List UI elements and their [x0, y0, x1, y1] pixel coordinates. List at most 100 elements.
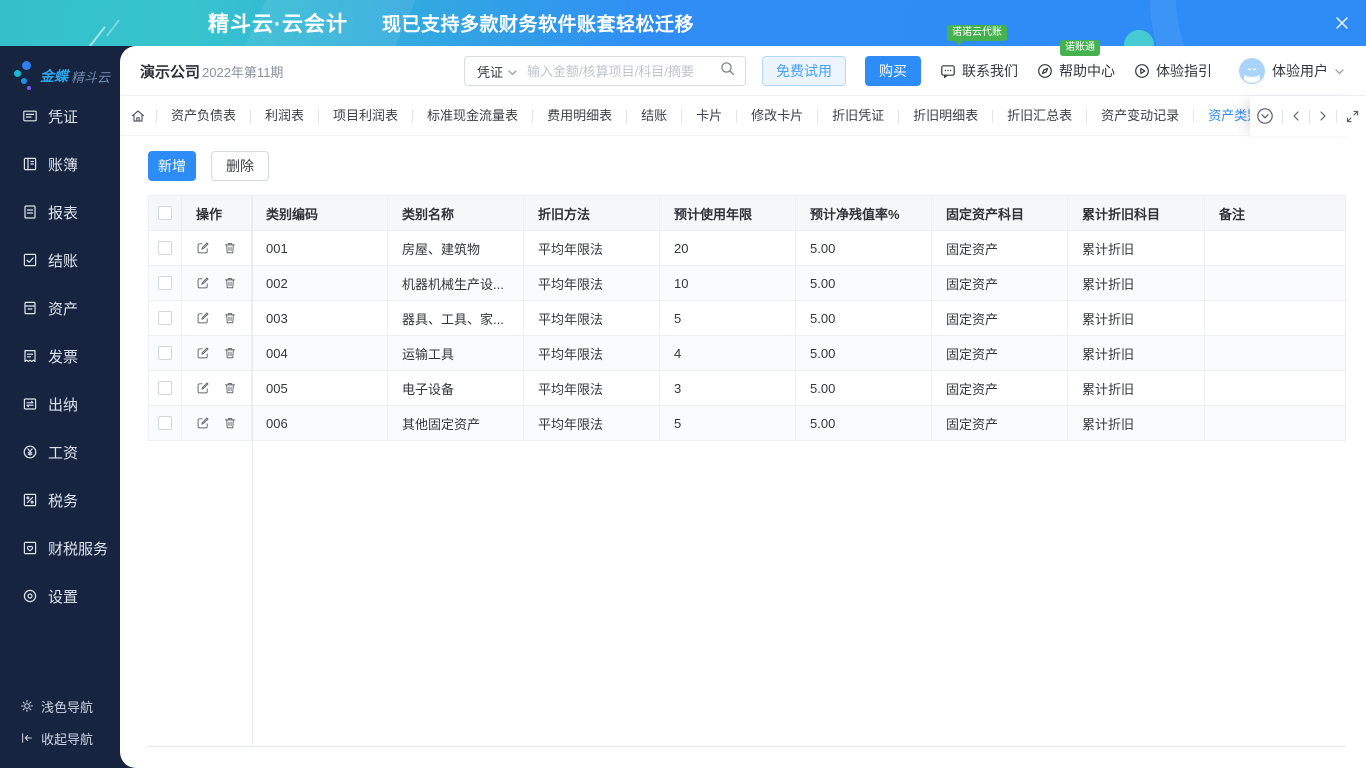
- sidebar-item-invoice[interactable]: 发票: [0, 332, 120, 380]
- row-checkbox[interactable]: [158, 381, 172, 395]
- cell-value: 10: [674, 275, 689, 291]
- edit-icon[interactable]: [196, 416, 210, 430]
- cell-value: 固定资产: [946, 311, 999, 327]
- tab-project-income-statement[interactable]: 项目利润表: [319, 96, 412, 136]
- search-category-select[interactable]: 凭证: [475, 62, 517, 81]
- trash-icon[interactable]: [223, 416, 237, 430]
- column-header-note: 备注: [1205, 196, 1346, 231]
- row-checkbox[interactable]: [158, 276, 172, 290]
- row-checkbox[interactable]: [158, 241, 172, 255]
- trash-icon[interactable]: [223, 276, 237, 290]
- trash-icon[interactable]: [223, 346, 237, 360]
- app-logo: 金蝶 精斗云: [12, 58, 116, 94]
- sidebar-item-report[interactable]: 报表: [0, 188, 120, 236]
- sidebar-item-label: 账簿: [48, 156, 79, 174]
- trash-icon[interactable]: [223, 311, 237, 325]
- controls-separator: [1282, 109, 1283, 123]
- tab-closing[interactable]: 结账: [627, 96, 681, 136]
- trash-icon[interactable]: [223, 381, 237, 395]
- edit-icon[interactable]: [196, 241, 210, 255]
- banner-badge: 诺诺云代账: [947, 25, 1007, 41]
- experience-guide-link[interactable]: 体验指引: [1134, 61, 1212, 81]
- sidebar-item-ledger[interactable]: 账簿: [0, 140, 120, 188]
- cell-name: 器具、工具、家...: [388, 301, 524, 336]
- cell-value: 平均年限法: [538, 416, 604, 432]
- sidebar-item-label: 工资: [48, 444, 79, 462]
- tab-edit-card[interactable]: 修改卡片: [737, 96, 817, 136]
- cell-value: 005: [266, 380, 288, 396]
- finance-tax-service-icon: [22, 540, 38, 556]
- sidebar-footer-label: 收起导航: [41, 731, 94, 747]
- sidebar-item-label: 资产: [48, 300, 79, 318]
- edit-icon[interactable]: [196, 311, 210, 325]
- tab-depreciation-detail[interactable]: 折旧明细表: [899, 96, 992, 136]
- tab-card[interactable]: 卡片: [682, 96, 736, 136]
- cell-name: 房屋、建筑物: [388, 231, 524, 266]
- user-menu[interactable]: 体验用户: [1239, 58, 1344, 84]
- banner-title: 精斗云·云会计: [208, 13, 348, 36]
- search-icon[interactable]: [720, 61, 735, 81]
- row-checkbox[interactable]: [158, 416, 172, 430]
- row-select-cell: [148, 406, 182, 441]
- cell-value: 5.00: [810, 240, 836, 256]
- sidebar-item-label: 税务: [48, 492, 79, 510]
- sidebar-item-voucher[interactable]: 凭证: [0, 92, 120, 140]
- cell-value: 平均年限法: [538, 241, 604, 257]
- sidebar-item-tax[interactable]: 税务: [0, 476, 120, 524]
- sidebar-item-cashier[interactable]: 出纳: [0, 380, 120, 428]
- row-select-cell: [148, 231, 182, 266]
- buy-button[interactable]: 购买: [865, 56, 921, 86]
- tab-depreciation-voucher[interactable]: 折旧凭证: [818, 96, 898, 136]
- tab-standard-cash-flow[interactable]: 标准现金流量表: [413, 96, 532, 136]
- tab-scroll-right-icon[interactable]: [1318, 110, 1328, 122]
- sidebar-item-label: 发票: [48, 348, 79, 366]
- sidebar-item-settings[interactable]: 设置: [0, 572, 120, 620]
- cell-value: 5.00: [810, 380, 836, 396]
- tab-income-statement[interactable]: 利润表: [251, 96, 318, 136]
- tab-dropdown-icon[interactable]: [1256, 107, 1274, 125]
- tab-expense-detail[interactable]: 费用明细表: [533, 96, 626, 136]
- app-window: 精斗云·云会计 现已支持多款财务软件账套轻松迁移 诺诺云代账 诺账通 金蝶 精斗…: [0, 0, 1366, 768]
- tab-asset-category[interactable]: 资产类别: [1194, 96, 1250, 136]
- cell-name: 电子设备: [388, 371, 524, 406]
- delete-button[interactable]: 删除: [211, 151, 269, 181]
- edit-icon[interactable]: [196, 346, 210, 360]
- tab-balance-sheet[interactable]: 资产负债表: [157, 96, 250, 136]
- sidebar-item-asset[interactable]: 资产: [0, 284, 120, 332]
- avatar: [1239, 58, 1265, 84]
- sidebar-item-payroll[interactable]: 工资: [0, 428, 120, 476]
- column-header-op: 操作: [182, 196, 252, 231]
- accounting-period: 2022年第11期: [202, 64, 284, 80]
- chat-icon: [941, 65, 955, 78]
- tab-scroll-left-icon[interactable]: [1291, 110, 1301, 122]
- tab-bar: 资产负债表 利润表 项目利润表 标准现金流量表 费用明细表 结账 卡片 修改卡片 折旧凭证 折旧明…: [120, 96, 1366, 136]
- row-checkbox[interactable]: [158, 311, 172, 325]
- cell-method: 平均年限法: [524, 406, 660, 441]
- asset-icon: [22, 300, 38, 316]
- collapse-nav-icon: [20, 731, 34, 745]
- sidebar-item-finance-tax-service[interactable]: 财税服务: [0, 524, 120, 572]
- edit-icon[interactable]: [196, 276, 210, 290]
- help-center-link[interactable]: 帮助中心: [1037, 61, 1115, 81]
- select-all-checkbox[interactable]: [158, 206, 172, 220]
- close-icon[interactable]: [1332, 13, 1352, 33]
- contact-us-link[interactable]: 联系我们: [940, 61, 1018, 81]
- logo-product: 精斗云: [71, 69, 111, 85]
- fullscreen-icon[interactable]: [1345, 109, 1360, 124]
- cell-code: 003: [252, 301, 388, 336]
- tab-depreciation-summary[interactable]: 折旧汇总表: [993, 96, 1086, 136]
- cell-depreciation-account: 累计折旧: [1068, 336, 1205, 371]
- collapse-nav-toggle[interactable]: 收起导航: [0, 722, 120, 754]
- light-nav-toggle[interactable]: 浅色导航: [0, 690, 120, 722]
- trash-icon[interactable]: [223, 241, 237, 255]
- home-icon[interactable]: [120, 108, 156, 124]
- search-input[interactable]: [527, 63, 720, 79]
- add-button[interactable]: 新增: [148, 151, 196, 181]
- row-checkbox[interactable]: [158, 346, 172, 360]
- tab-asset-change-log[interactable]: 资产变动记录: [1087, 96, 1193, 136]
- sidebar-item-closing[interactable]: 结账: [0, 236, 120, 284]
- free-trial-button[interactable]: 免费试用: [762, 56, 846, 86]
- edit-icon[interactable]: [196, 381, 210, 395]
- cell-method: 平均年限法: [524, 231, 660, 266]
- cell-method: 平均年限法: [524, 371, 660, 406]
